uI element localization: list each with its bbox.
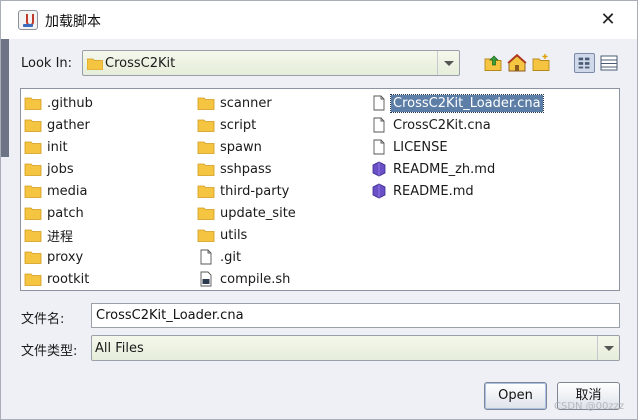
folder-item[interactable]: third-party	[197, 180, 298, 202]
folder-icon	[24, 227, 42, 243]
folder-item[interactable]: script	[197, 114, 298, 136]
file-name-field[interactable]	[91, 303, 620, 328]
folder-item[interactable]: utils	[197, 224, 298, 246]
script-file-icon	[197, 271, 215, 287]
java-app-icon	[18, 10, 38, 30]
item-name: sshpass	[220, 161, 272, 177]
file-icon	[370, 95, 388, 111]
file-item[interactable]: README.md	[370, 180, 543, 202]
up-folder-icon[interactable]	[483, 53, 503, 73]
item-name: CrossC2Kit_Loader.cna	[390, 93, 544, 113]
item-name: patch	[47, 205, 84, 221]
folder-item[interactable]: .github	[24, 92, 95, 114]
file-icon	[370, 139, 388, 155]
item-name: init	[47, 139, 68, 155]
file-column-1: .github gather init jobs media patch 进程 proxy ro…	[24, 92, 95, 290]
chevron-down-icon[interactable]	[437, 51, 459, 75]
item-name: jobs	[47, 161, 74, 177]
item-name: gather	[47, 117, 90, 133]
item-name: rootkit	[47, 271, 90, 287]
list-view-icon[interactable]	[574, 53, 595, 73]
item-name: README.md	[393, 183, 474, 199]
file-icon	[370, 117, 388, 133]
open-button[interactable]: Open	[484, 382, 547, 410]
item-name: spawn	[220, 139, 262, 155]
item-name: LICENSE	[393, 139, 448, 155]
item-name: script	[220, 117, 257, 133]
folder-icon	[24, 161, 42, 177]
item-name: media	[47, 183, 88, 199]
new-folder-icon[interactable]	[531, 53, 551, 73]
markdown-file-icon	[370, 183, 388, 199]
folder-item[interactable]: patch	[24, 202, 95, 224]
item-name: 进程	[47, 229, 74, 245]
file-item[interactable]: CrossC2Kit.cna	[370, 114, 543, 136]
file-icon	[197, 249, 215, 265]
folder-icon	[197, 205, 215, 221]
folder-icon	[24, 249, 42, 265]
chevron-down-icon[interactable]	[597, 336, 619, 360]
folder-item[interactable]: 进程	[24, 224, 95, 246]
item-name: CrossC2Kit.cna	[393, 117, 491, 133]
folder-item[interactable]: scanner	[197, 92, 298, 114]
folder-item[interactable]: gather	[24, 114, 95, 136]
folder-icon	[24, 205, 42, 221]
folder-item[interactable]: init	[24, 136, 95, 158]
look-in-combo[interactable]: CrossC2Kit	[82, 50, 460, 76]
folder-icon	[24, 271, 42, 287]
folder-icon	[197, 161, 215, 177]
title-bar[interactable]: 加载脚本 ✕	[1, 1, 637, 39]
look-in-value: CrossC2Kit	[105, 56, 176, 71]
details-view-icon[interactable]	[599, 53, 619, 73]
folder-icon	[197, 95, 215, 111]
file-type-label: 文件类型:	[21, 344, 78, 359]
file-name-label: 文件名:	[21, 312, 65, 327]
folder-icon	[24, 117, 42, 133]
folder-item[interactable]: sshpass	[197, 158, 298, 180]
folder-icon	[24, 183, 42, 199]
file-type-value: All Files	[95, 341, 144, 356]
folder-item[interactable]: media	[24, 180, 95, 202]
folder-icon	[24, 95, 42, 111]
close-button[interactable]: ✕	[598, 10, 618, 30]
file-item[interactable]: README_zh.md	[370, 158, 543, 180]
item-name: .git	[220, 249, 242, 265]
markdown-file-icon	[370, 161, 388, 177]
folder-icon	[197, 183, 215, 199]
folder-icon	[197, 139, 215, 155]
item-name: scanner	[220, 95, 272, 111]
file-item[interactable]: CrossC2Kit_Loader.cna	[370, 92, 544, 114]
item-name: .github	[47, 95, 93, 111]
folder-item[interactable]: rootkit	[24, 268, 95, 290]
folder-item[interactable]: jobs	[24, 158, 95, 180]
look-in-label: Look In:	[21, 56, 73, 71]
file-item[interactable]: compile.sh	[197, 268, 298, 290]
folder-item[interactable]: spawn	[197, 136, 298, 158]
item-name: utils	[220, 227, 248, 243]
item-name: third-party	[220, 183, 290, 199]
item-name: proxy	[47, 249, 84, 265]
item-name: update_site	[220, 205, 296, 221]
folder-icon	[197, 227, 215, 243]
folder-icon	[197, 117, 215, 133]
background-window-edge	[1, 37, 9, 157]
home-icon[interactable]	[507, 53, 527, 73]
folder-icon	[24, 139, 42, 155]
folder-icon	[87, 58, 103, 70]
dialog-title: 加载脚本	[45, 14, 101, 30]
file-column-2: scanner script spawn sshpass third-party upda…	[197, 92, 298, 290]
file-type-combo[interactable]: All Files	[91, 335, 620, 361]
file-item[interactable]: .git	[197, 246, 298, 268]
folder-item[interactable]: update_site	[197, 202, 298, 224]
item-name: compile.sh	[220, 271, 291, 287]
file-item[interactable]: LICENSE	[370, 136, 543, 158]
file-column-3: CrossC2Kit_Loader.cna CrossC2Kit.cna LICEN…	[370, 92, 544, 202]
item-name: README_zh.md	[393, 161, 496, 177]
folder-item[interactable]: proxy	[24, 246, 95, 268]
file-list-pane[interactable]: .github gather init jobs media patch 进程 proxy ro…	[20, 88, 620, 291]
watermark: CSDN @00zzz	[554, 401, 625, 412]
file-chooser-dialog: 加载脚本 ✕ Look In: CrossC2Kit .github gather…	[0, 0, 638, 420]
